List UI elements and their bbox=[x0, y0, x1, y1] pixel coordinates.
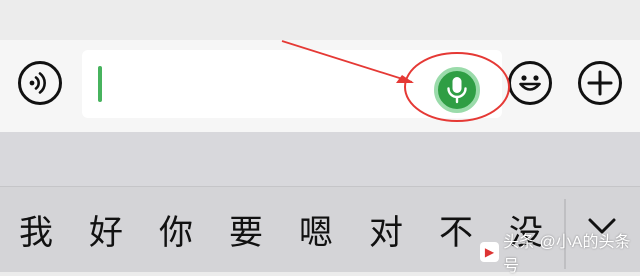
watermark-text: 头条 @小A的头条号 bbox=[503, 234, 631, 275]
more-actions-button[interactable] bbox=[578, 61, 622, 105]
top-strip bbox=[0, 0, 640, 40]
ime-candidate[interactable]: 不 bbox=[436, 213, 476, 253]
ime-candidate[interactable]: 对 bbox=[366, 213, 406, 253]
ime-candidate[interactable]: 好 bbox=[86, 213, 126, 253]
ime-candidate[interactable]: 我 bbox=[16, 213, 56, 253]
emoji-button[interactable] bbox=[508, 61, 552, 105]
keyboard-top-area bbox=[0, 132, 640, 186]
voice-toggle-button[interactable] bbox=[18, 61, 62, 105]
microphone-button[interactable] bbox=[434, 67, 480, 113]
text-caret bbox=[98, 66, 102, 102]
watermark-logo-icon: ▶ bbox=[480, 242, 500, 262]
microphone-icon bbox=[447, 77, 467, 104]
voice-toggle-icon bbox=[29, 72, 46, 94]
chat-input-bar bbox=[0, 40, 640, 132]
smiley-icon bbox=[519, 75, 541, 91]
ime-candidate[interactable]: 要 bbox=[226, 213, 266, 253]
ime-candidate[interactable]: 嗯 bbox=[296, 213, 336, 253]
plus-icon bbox=[587, 70, 613, 96]
ime-candidate[interactable]: 你 bbox=[156, 213, 196, 253]
watermark: ▶ 头条 @小A的头条号 bbox=[480, 234, 640, 275]
